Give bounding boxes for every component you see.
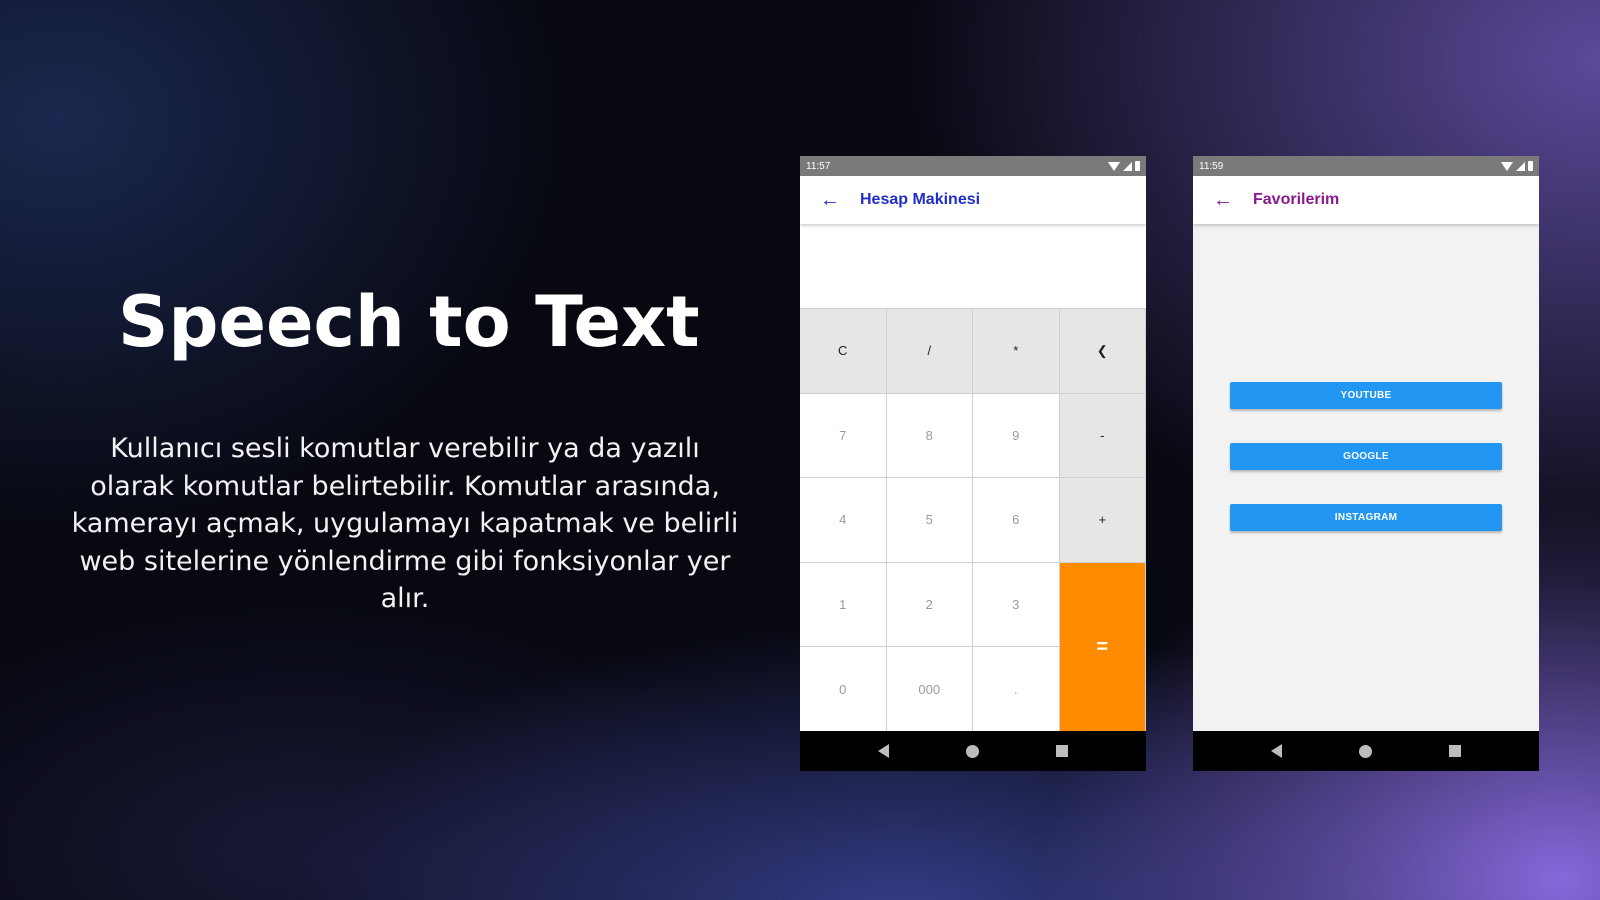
- nav-back-icon[interactable]: [1271, 744, 1283, 758]
- battery-icon: [1528, 161, 1533, 171]
- calculator-phone-screenshot: 11:57 ← Hesap Makinesi C / * ❮ 7 8 9 - 4…: [800, 156, 1146, 771]
- key-2[interactable]: 2: [886, 562, 973, 648]
- key-decimal[interactable]: .: [973, 647, 1060, 732]
- calculator-keypad: C / * ❮ 7 8 9 - 4 5 6 + 1 2 3 = 0 000 .: [800, 309, 1146, 732]
- nav-home-icon[interactable]: [965, 744, 979, 758]
- favorites-body: YOUTUBE GOOGLE INSTAGRAM: [1193, 224, 1539, 731]
- wifi-icon: [1501, 161, 1513, 171]
- key-4[interactable]: 4: [800, 478, 887, 563]
- key-000[interactable]: 000: [886, 647, 973, 732]
- key-7[interactable]: 7: [800, 393, 887, 479]
- signal-icon: [1123, 161, 1132, 171]
- youtube-button[interactable]: YOUTUBE: [1230, 382, 1502, 409]
- slide-description: Kullanıcı sesli komutlar verebilir ya da…: [71, 433, 739, 614]
- key-minus[interactable]: -: [1059, 393, 1146, 479]
- key-backspace[interactable]: ❮: [1059, 309, 1146, 394]
- key-3[interactable]: 3: [973, 562, 1060, 648]
- status-bar: 11:59: [1193, 156, 1539, 176]
- android-nav-bar: [1193, 731, 1539, 771]
- key-divide[interactable]: /: [886, 309, 973, 394]
- app-title: Hesap Makinesi: [860, 191, 981, 208]
- nav-home-icon[interactable]: [1358, 744, 1372, 758]
- app-bar: ← Favorilerim: [1193, 176, 1539, 224]
- app-title: Favorilerim: [1253, 191, 1340, 208]
- google-button[interactable]: GOOGLE: [1230, 443, 1502, 470]
- key-clear[interactable]: C: [800, 309, 887, 394]
- wifi-icon: [1108, 161, 1120, 171]
- android-nav-bar: [800, 731, 1146, 771]
- instagram-button[interactable]: INSTAGRAM: [1230, 504, 1502, 531]
- slide-title: Speech to Text: [118, 281, 700, 363]
- arrow-left-icon[interactable]: ←: [800, 189, 860, 212]
- status-bar: 11:57: [800, 156, 1146, 176]
- key-6[interactable]: 6: [973, 478, 1060, 563]
- app-bar: ← Hesap Makinesi: [800, 176, 1146, 224]
- key-1[interactable]: 1: [800, 562, 887, 648]
- key-0[interactable]: 0: [800, 647, 887, 732]
- status-time: 11:59: [1199, 160, 1224, 172]
- nav-recents-icon[interactable]: [1448, 745, 1461, 757]
- favorites-phone-screenshot: 11:59 ← Favorilerim YOUTUBE GOOGLE INSTA…: [1193, 156, 1539, 771]
- nav-recents-icon[interactable]: [1055, 745, 1068, 757]
- signal-icon: [1516, 161, 1525, 171]
- key-multiply[interactable]: *: [973, 309, 1060, 394]
- key-8[interactable]: 8: [886, 393, 973, 479]
- key-9[interactable]: 9: [973, 393, 1060, 479]
- key-equals[interactable]: =: [1059, 562, 1146, 732]
- arrow-left-icon[interactable]: ←: [1193, 189, 1253, 212]
- key-5[interactable]: 5: [886, 478, 973, 563]
- battery-icon: [1135, 161, 1140, 171]
- nav-back-icon[interactable]: [878, 744, 890, 758]
- key-plus[interactable]: +: [1059, 478, 1146, 563]
- calculator-display: [800, 224, 1146, 309]
- status-time: 11:57: [806, 160, 831, 172]
